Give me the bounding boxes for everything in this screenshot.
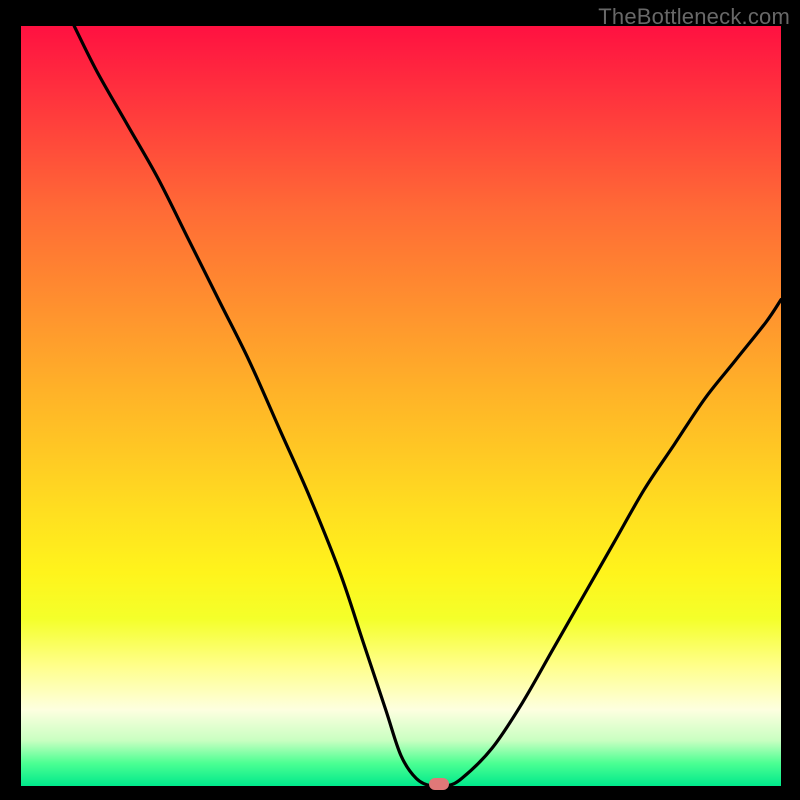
plot-area [21,26,781,786]
bottleneck-curve [21,26,781,786]
optimum-marker [429,778,449,790]
chart-frame: TheBottleneck.com [0,0,800,800]
watermark-text: TheBottleneck.com [598,4,790,30]
